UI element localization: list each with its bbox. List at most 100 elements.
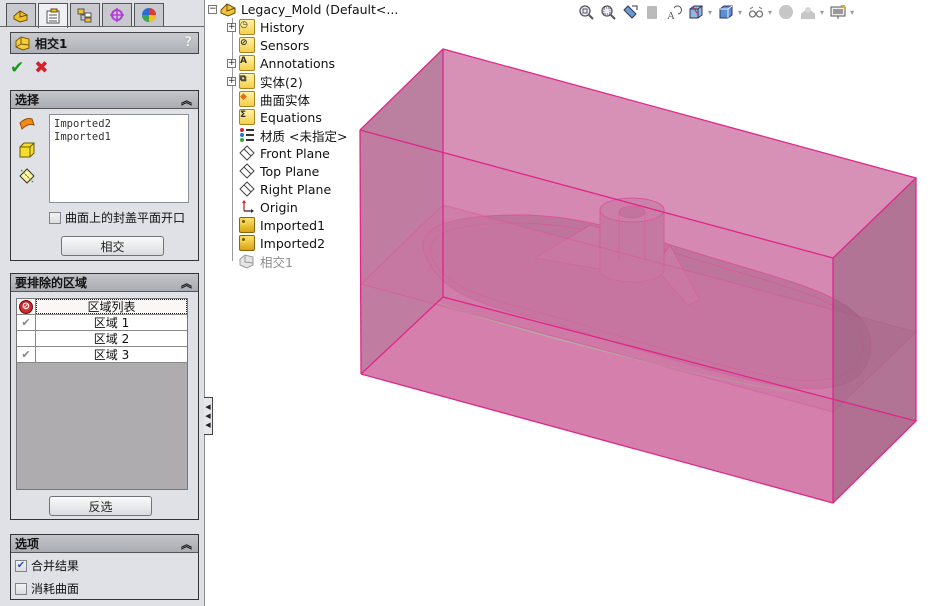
tree-item-imported2[interactable]: Imported2	[239, 234, 325, 252]
feature-title-bar: 相交1 ?	[10, 32, 199, 54]
tree-item-history[interactable]: + ◷ History	[227, 18, 304, 36]
tree-item-label: Front Plane	[260, 145, 330, 161]
plane-icon	[239, 163, 255, 179]
display-manager-tab[interactable]	[134, 3, 164, 26]
consume-surfaces-checkbox[interactable]	[15, 582, 27, 595]
merge-result-label: 合并结果	[31, 559, 80, 573]
tree-item-label: Right Plane	[260, 181, 332, 197]
dropdown-arrow-icon[interactable]: ▾	[768, 8, 772, 17]
sensors-folder-icon: ⊘	[239, 37, 255, 53]
region-list-column-header: 区域列表	[36, 299, 187, 314]
solid-body-selection-icon[interactable]	[18, 141, 36, 159]
color-wheel-icon	[142, 8, 156, 22]
tree-item-front-plane[interactable]: Front Plane	[239, 144, 330, 162]
display-style-icon[interactable]	[718, 4, 734, 20]
tab-divider	[0, 26, 204, 27]
region-row[interactable]: 区域 2	[17, 331, 187, 347]
edit-appearance-icon[interactable]	[778, 4, 794, 20]
region-label: 区域 1	[93, 316, 130, 330]
tree-root[interactable]: − Legacy_Mold (Default<...	[208, 0, 398, 18]
dropdown-arrow-icon[interactable]: ▾	[708, 8, 712, 17]
cancel-button[interactable]: ✖	[34, 58, 48, 78]
configuration-icon	[77, 8, 92, 23]
plane-selection-icon[interactable]	[18, 167, 36, 185]
manager-tabs	[6, 3, 164, 28]
exclude-icon: ⊘	[19, 299, 33, 314]
origin-icon	[242, 200, 254, 213]
tree-item-surface-bodies[interactable]: ◆ 曲面实体	[239, 90, 310, 108]
expand-toggle[interactable]: +	[227, 58, 236, 68]
region-list-table: ⊘ 区域列表 ✔ 区域 1 区域 2 ✔ 区域 3	[16, 298, 188, 490]
imported-body-icon	[239, 217, 255, 233]
regions-group-header[interactable]: 要排除的区域 ︽	[11, 274, 198, 292]
help-button[interactable]: ?	[184, 35, 192, 50]
cap-planar-openings-checkbox[interactable]	[49, 211, 61, 224]
previous-view-icon[interactable]	[622, 4, 638, 20]
view-orientation-icon[interactable]	[688, 4, 704, 20]
collapse-arrow-icon: ◀	[205, 421, 211, 429]
dropdown-arrow-icon[interactable]: ▾	[850, 8, 854, 17]
tree-item-origin[interactable]: Origin	[239, 198, 298, 216]
tree-item-solid-bodies[interactable]: + ⧉ 实体(2)	[227, 72, 303, 90]
action-buttons: ✔ ✖	[10, 58, 49, 78]
zoom-to-fit-icon[interactable]	[578, 4, 594, 20]
tree-item-label: Origin	[260, 199, 298, 215]
tree-item-material[interactable]: 材质 <未指定>	[239, 126, 347, 144]
section-view-icon[interactable]	[644, 4, 660, 20]
tree-item-sensors[interactable]: ⊘ Sensors	[239, 36, 309, 54]
regions-group-title: 要排除的区域	[15, 276, 88, 290]
region-exclude-checkbox[interactable]: ✔	[17, 347, 36, 362]
dropdown-arrow-icon[interactable]: ▾	[738, 8, 742, 17]
merge-result-option[interactable]: ✔ 合并结果	[15, 557, 79, 574]
tree-item-label: Imported2	[260, 235, 326, 251]
selected-bodies-list[interactable]: Imported2 Imported1	[49, 114, 189, 203]
panel-collapse-handle[interactable]: ◀ ◀ ◀	[204, 397, 213, 435]
consume-surfaces-option[interactable]: 消耗曲面	[15, 580, 79, 597]
zoom-to-area-icon[interactable]	[600, 4, 616, 20]
invert-selection-button[interactable]: 反选	[49, 496, 152, 516]
region-label: 区域 3	[93, 348, 130, 362]
region-list-header: ⊘ 区域列表	[17, 299, 187, 315]
view-settings-icon[interactable]	[830, 4, 846, 20]
hide-show-items-icon[interactable]	[748, 4, 764, 20]
plane-icon	[239, 145, 255, 161]
property-manager-tab[interactable]	[38, 3, 68, 28]
expand-toggle[interactable]: +	[227, 76, 236, 86]
tree-item-top-plane[interactable]: Top Plane	[239, 162, 319, 180]
region-exclude-checkbox[interactable]: ✔	[17, 315, 36, 330]
tree-item-annotations[interactable]: + A Annotations	[227, 54, 335, 72]
cap-planar-openings-option[interactable]: 曲面上的封盖平面开口	[49, 209, 185, 226]
surface-selection-icon[interactable]	[18, 115, 36, 133]
region-row[interactable]: ✔ 区域 3	[17, 347, 187, 363]
region-exclude-checkbox[interactable]	[17, 331, 36, 346]
intersect-feature-icon	[239, 254, 254, 269]
feature-manager-tab[interactable]	[6, 3, 36, 26]
dimxpert-manager-tab[interactable]	[102, 3, 132, 26]
collapse-toggle[interactable]: −	[208, 4, 217, 14]
collapse-icon[interactable]: ︽	[181, 536, 192, 552]
region-row[interactable]: ✔ 区域 1	[17, 315, 187, 331]
selected-body-item[interactable]: Imported1	[54, 131, 184, 144]
configuration-manager-tab[interactable]	[70, 3, 100, 26]
selection-group-header[interactable]: 选择 ︽	[11, 91, 198, 109]
intersect-button[interactable]: 相交	[61, 236, 164, 256]
collapse-icon[interactable]: ︽	[181, 92, 192, 108]
tree-item-imported1[interactable]: Imported1	[239, 216, 325, 234]
merge-result-checkbox[interactable]: ✔	[15, 559, 27, 572]
tree-item-label: Annotations	[260, 55, 336, 71]
ok-button[interactable]: ✔	[10, 58, 24, 78]
tree-item-right-plane[interactable]: Right Plane	[239, 180, 331, 198]
tree-item-intersect1[interactable]: 相交1	[239, 252, 293, 270]
expand-toggle[interactable]: +	[227, 22, 236, 32]
tree-item-label: Equations	[260, 109, 322, 125]
dropdown-arrow-icon[interactable]: ▾	[820, 8, 824, 17]
collapse-icon[interactable]: ︽	[181, 275, 192, 291]
options-group-title: 选项	[15, 537, 40, 551]
tree-item-equations[interactable]: Σ Equations	[239, 108, 322, 126]
apply-scene-icon[interactable]	[800, 4, 816, 20]
selected-body-item[interactable]: Imported2	[54, 118, 184, 131]
dynamic-annotation-icon[interactable]: A	[666, 4, 682, 20]
collapse-arrow-icon: ◀	[205, 403, 211, 411]
svg-text:A: A	[667, 10, 675, 20]
options-group-header[interactable]: 选项 ︽	[11, 535, 198, 553]
